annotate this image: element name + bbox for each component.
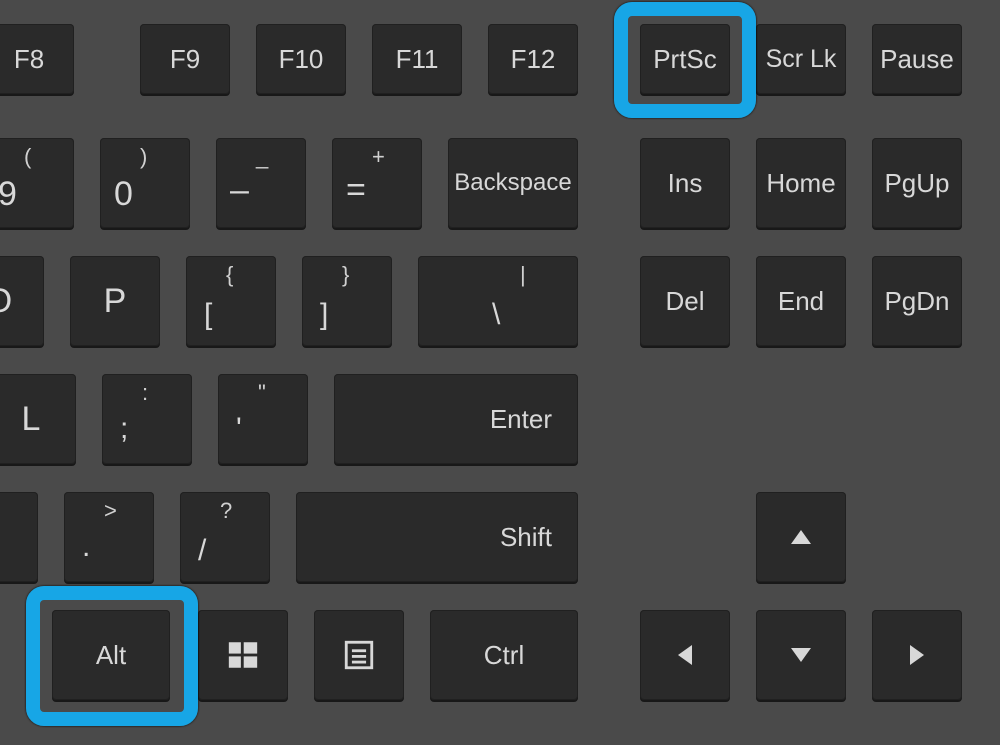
key-f12-label: F12 [511, 44, 556, 75]
key-shift-label: Shift [500, 522, 552, 553]
key-arrow-down[interactable] [756, 610, 846, 700]
key-left-bracket-shift-label: { [226, 262, 233, 288]
key-ctrl-label: Ctrl [484, 640, 524, 671]
key-del-label: Del [665, 286, 704, 317]
key-equals-shift-label: + [372, 144, 385, 170]
key-semicolon[interactable]: : ; [102, 374, 192, 464]
key-right-bracket-shift-label: } [342, 262, 349, 288]
key-prtsc-label: PrtSc [653, 44, 717, 75]
key-f8[interactable]: F8 [0, 24, 74, 94]
key-enter-label: Enter [490, 404, 552, 435]
key-p[interactable]: P [70, 256, 160, 346]
key-left-bracket[interactable]: { [ [186, 256, 276, 346]
arrow-left-icon [678, 645, 692, 665]
key-ins[interactable]: Ins [640, 138, 730, 228]
key-right-bracket-label: ] [320, 298, 328, 332]
key-quote[interactable]: " ' [218, 374, 308, 464]
key-f10-label: F10 [279, 44, 324, 75]
key-slash-shift-label: ? [220, 498, 232, 524]
key-equals[interactable]: + = [332, 138, 422, 228]
key-minus-shift-label: _ [256, 144, 268, 170]
key-period-label: . [82, 530, 90, 564]
key-alt[interactable]: Alt [52, 610, 170, 700]
key-f12[interactable]: F12 [488, 24, 578, 94]
key-scrlk-label: Scr Lk [766, 45, 837, 74]
key-left-bracket-label: [ [204, 298, 212, 332]
key-pause-label: Pause [880, 44, 954, 75]
menu-icon [342, 638, 376, 672]
key-period-shift-label: > [104, 498, 117, 524]
key-semicolon-label: ; [120, 412, 128, 446]
key-end[interactable]: End [756, 256, 846, 346]
key-backspace[interactable]: Backspace [448, 138, 578, 228]
key-end-label: End [778, 286, 824, 317]
key-9-label: 9 [0, 175, 17, 214]
key-o[interactable]: O [0, 256, 44, 346]
key-backslash-shift-label: | [520, 262, 526, 288]
key-f9-label: F9 [170, 44, 200, 75]
key-semicolon-shift-label: : [142, 380, 148, 406]
key-period[interactable]: > . [64, 492, 154, 582]
key-backspace-label: Backspace [454, 169, 571, 197]
key-minus[interactable]: _ – [216, 138, 306, 228]
key-pgdn-label: PgDn [884, 286, 949, 317]
key-arrow-right[interactable] [872, 610, 962, 700]
key-f10[interactable]: F10 [256, 24, 346, 94]
key-f11[interactable]: F11 [372, 24, 462, 94]
key-pgdn[interactable]: PgDn [872, 256, 962, 346]
key-prtsc[interactable]: PrtSc [640, 24, 730, 94]
key-p-label: P [104, 282, 127, 321]
key-comma[interactable]: < , [0, 492, 38, 582]
key-ctrl[interactable]: Ctrl [430, 610, 578, 700]
key-0-shift-label: ) [140, 144, 147, 170]
key-arrow-left[interactable] [640, 610, 730, 700]
key-f11-label: F11 [396, 44, 439, 75]
key-slash[interactable]: ? / [180, 492, 270, 582]
key-l[interactable]: L [0, 374, 76, 464]
key-pgup[interactable]: PgUp [872, 138, 962, 228]
key-pause[interactable]: Pause [872, 24, 962, 94]
key-backslash-label: \ [492, 298, 500, 332]
key-alt-label: Alt [96, 640, 126, 671]
key-menu[interactable] [314, 610, 404, 700]
key-ins-label: Ins [668, 168, 703, 199]
key-del[interactable]: Del [640, 256, 730, 346]
key-backslash[interactable]: | \ [418, 256, 578, 346]
keyboard-section: F8 F9 F10 F11 F12 PrtSc Scr Lk Pause ( 9… [0, 0, 1000, 745]
key-f8-label: F8 [14, 44, 44, 75]
key-arrow-up[interactable] [756, 492, 846, 582]
key-quote-label: ' [236, 412, 242, 446]
key-o-label: O [0, 282, 12, 321]
key-9[interactable]: ( 9 [0, 138, 74, 228]
key-shift[interactable]: Shift [296, 492, 578, 582]
arrow-down-icon [791, 648, 811, 662]
arrow-right-icon [910, 645, 924, 665]
key-comma-shift-label: < [0, 498, 1, 524]
key-equals-label: = [346, 171, 366, 210]
windows-icon [226, 638, 260, 672]
key-quote-shift-label: " [258, 380, 266, 406]
key-pgup-label: PgUp [884, 168, 949, 199]
key-f9[interactable]: F9 [140, 24, 230, 94]
arrow-up-icon [791, 530, 811, 544]
key-9-shift-label: ( [24, 144, 31, 170]
key-enter[interactable]: Enter [334, 374, 578, 464]
key-l-label: L [22, 400, 41, 439]
key-home[interactable]: Home [756, 138, 846, 228]
key-0[interactable]: ) 0 [100, 138, 190, 228]
key-0-label: 0 [114, 175, 133, 214]
key-slash-label: / [198, 534, 206, 568]
key-scrlk[interactable]: Scr Lk [756, 24, 846, 94]
key-minus-label: – [230, 171, 249, 210]
key-home-label: Home [766, 168, 835, 199]
key-right-bracket[interactable]: } ] [302, 256, 392, 346]
key-windows[interactable] [198, 610, 288, 700]
